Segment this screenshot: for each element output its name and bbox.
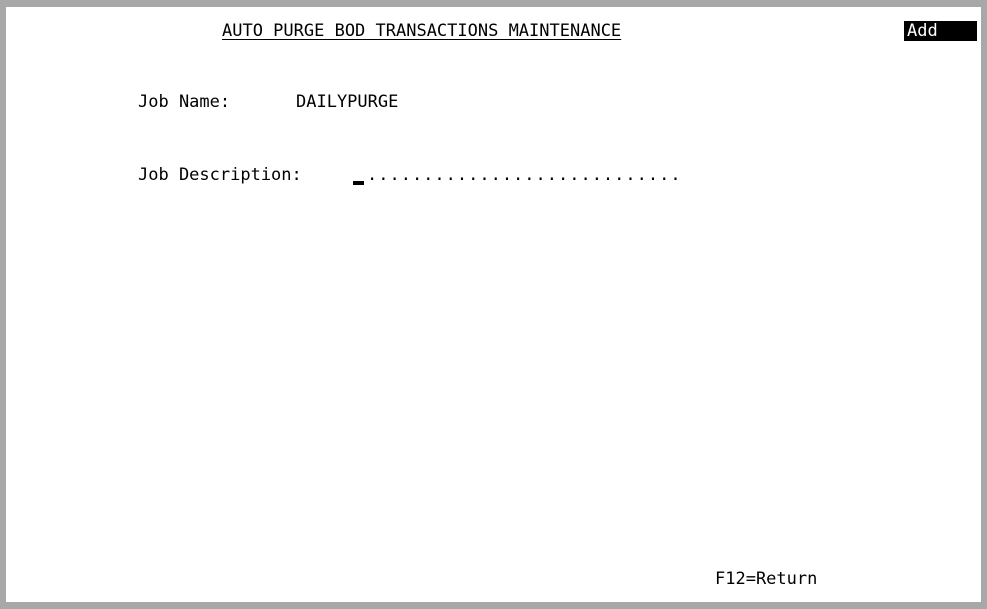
terminal-screen: AUTO PURGE BOD TRANSACTIONS MAINTENANCE … — [6, 7, 981, 602]
job-description-label: Job Description: — [138, 165, 302, 185]
f12-return-key[interactable]: F12=Return — [715, 569, 817, 589]
job-name-value: DAILYPURGE — [296, 92, 399, 112]
terminal-window-frame: AUTO PURGE BOD TRANSACTIONS MAINTENANCE … — [0, 0, 987, 609]
job-name-label: Job Name: — [138, 92, 231, 112]
job-description-fill: ............................ — [367, 165, 682, 185]
mode-badge: Add — [904, 21, 977, 41]
job-description-field[interactable]: ............................ — [353, 165, 733, 185]
screen-title: AUTO PURGE BOD TRANSACTIONS MAINTENANCE — [222, 21, 622, 41]
text-cursor — [353, 181, 364, 185]
